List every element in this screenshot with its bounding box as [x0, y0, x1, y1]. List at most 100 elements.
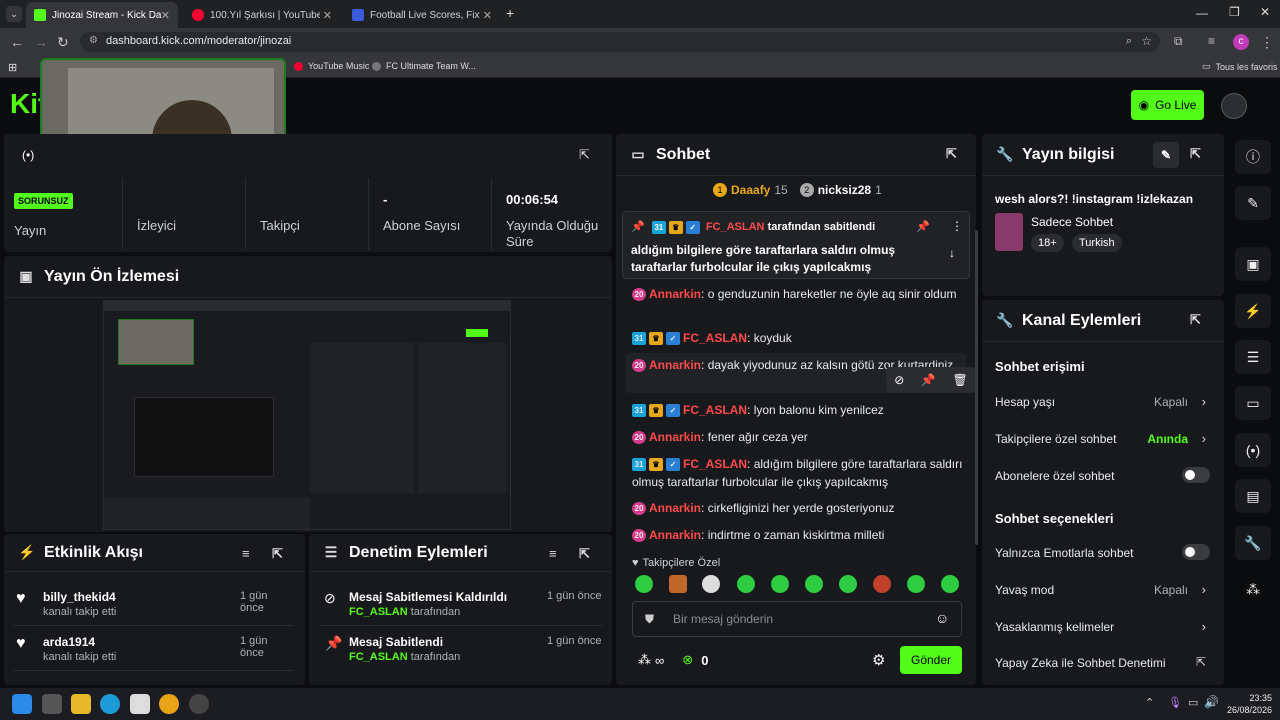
sidebar-list-icon[interactable]: ☰ — [1235, 340, 1271, 374]
expand-icon[interactable]: ⇱ — [1190, 146, 1201, 162]
chrome-icon[interactable] — [159, 694, 179, 714]
emote-icon[interactable] — [805, 575, 823, 593]
chat-username[interactable]: Annarkin — [649, 501, 701, 515]
filter-icon[interactable]: ≡ — [242, 546, 250, 561]
send-button[interactable]: Gönder — [900, 646, 962, 674]
user-avatar[interactable] — [1221, 93, 1247, 119]
chat-username[interactable]: Annarkin — [649, 358, 701, 372]
profile-avatar[interactable]: c — [1233, 34, 1249, 50]
sidebar-chat-icon[interactable]: ▭ — [1235, 386, 1271, 420]
emote-only-toggle[interactable] — [1182, 544, 1210, 560]
chat-settings-icon[interactable]: ⚙ — [872, 651, 885, 669]
task-view-icon[interactable] — [42, 694, 62, 714]
mod-user[interactable]: FC_ASLAN — [349, 606, 408, 618]
go-live-button[interactable]: ◉ Go Live — [1131, 90, 1204, 120]
close-window-icon[interactable]: ✕ — [1260, 5, 1270, 19]
more-options-icon[interactable]: ⋮ — [951, 219, 963, 233]
chat-username[interactable]: Annarkin — [649, 430, 701, 444]
timeout-icon[interactable]: ⊘ — [894, 373, 904, 387]
tab-football-scores[interactable]: Football Live Scores, Fixtures & ... ✕ — [344, 2, 500, 28]
scroll-down-icon[interactable]: ↓ — [949, 246, 955, 260]
emote-icon[interactable] — [737, 575, 755, 593]
sidebar-info-icon[interactable]: ⓘ — [1235, 140, 1271, 174]
bookmark-fc-ultimate[interactable]: FC Ultimate Team W... — [372, 61, 476, 71]
filter-icon[interactable]: ≡ — [549, 546, 557, 561]
setting-followers-only[interactable]: Takipçilere özel sohbet Anında › — [995, 431, 1210, 446]
tab-kick-dashboard[interactable]: Jinozai Stream - Kick Dashboard ✕ — [26, 2, 178, 28]
apps-icon[interactable]: ⊞ — [8, 61, 17, 74]
top-user-name[interactable]: Daaafy — [731, 183, 770, 197]
chat-input[interactable]: ⛊ Bir mesaj gönderin ☺ — [632, 601, 962, 637]
media-icon[interactable]: ≡ — [1208, 34, 1215, 48]
close-tab-icon[interactable]: ✕ — [323, 9, 332, 22]
expand-icon[interactable]: ⇱ — [946, 146, 957, 162]
tab-youtube-music[interactable]: 100.Yıl Şarkısı | YouTube Music ✕ — [184, 2, 340, 28]
pin-message-icon[interactable]: 📌 — [921, 373, 936, 387]
windows-start-icon[interactable] — [12, 694, 32, 714]
bookmark-youtube-music[interactable]: YouTube Music — [294, 61, 369, 71]
expand-icon[interactable]: ⇱ — [579, 147, 590, 163]
microphone-icon[interactable]: 🎙 — [1168, 696, 1182, 709]
top-user-name[interactable]: nicksiz28 — [818, 183, 871, 197]
chat-username[interactable]: FC_ASLAN — [683, 457, 747, 471]
emote-icon[interactable] — [771, 575, 789, 593]
sidebar-broadcast-icon[interactable]: (•) — [1235, 433, 1271, 467]
unpin-button[interactable]: 📌 — [916, 220, 930, 233]
sidebar-community-icon[interactable]: ⁂ — [1235, 572, 1271, 606]
emote-icon[interactable] — [669, 575, 687, 593]
menu-icon[interactable]: ⋮ — [1260, 34, 1274, 51]
tray-chevron-icon[interactable]: ⌃ — [1145, 696, 1154, 709]
app-icon[interactable] — [189, 694, 209, 714]
sidebar-video-icon[interactable]: ▣ — [1235, 247, 1271, 281]
clock-date[interactable]: 26/08/2026 — [1222, 705, 1272, 715]
activity-user[interactable]: arda1914 — [43, 635, 95, 649]
activity-user[interactable]: billy_thekid4 — [43, 590, 116, 604]
chat-username[interactable]: FC_ASLAN — [683, 331, 747, 345]
expand-icon[interactable]: ⇱ — [1190, 312, 1201, 328]
emote-icon[interactable] — [873, 575, 891, 593]
reload-icon[interactable]: ↻ — [57, 34, 69, 51]
category-thumbnail[interactable] — [995, 213, 1023, 251]
clock-time[interactable]: 23:35 — [1240, 693, 1272, 703]
tag-chip[interactable]: 18+ — [1031, 234, 1064, 252]
network-icon[interactable]: ▭ — [1188, 696, 1198, 709]
subscribers-only-toggle[interactable] — [1182, 467, 1210, 483]
chat-scrollbar[interactable] — [975, 230, 978, 545]
forward-icon[interactable]: → — [34, 34, 48, 50]
new-tab-icon[interactable]: + — [506, 5, 514, 21]
sidebar-wrench-icon[interactable]: 🔧 — [1235, 526, 1271, 560]
mod-user[interactable]: FC_ASLAN — [349, 651, 408, 663]
close-tab-icon[interactable]: ✕ — [483, 9, 492, 22]
zoom-icon[interactable]: ⌕ — [1126, 35, 1132, 48]
category-name[interactable]: Sadece Sohbet — [1031, 215, 1113, 229]
edge-icon[interactable] — [100, 694, 120, 714]
url-field[interactable]: ⚙ dashboard.kick.com/moderator/jinozai ⌕… — [80, 32, 1160, 52]
file-explorer-icon[interactable] — [71, 694, 91, 714]
chat-username[interactable]: Annarkin — [649, 287, 701, 301]
all-bookmarks[interactable]: ▭ Tous les favoris — [1202, 61, 1278, 72]
chat-username[interactable]: FC_ASLAN — [683, 403, 747, 417]
back-icon[interactable]: ← — [10, 34, 24, 50]
setting-slow-mode[interactable]: Yavaş mod Kapalı › — [995, 582, 1210, 597]
emote-icon[interactable] — [941, 575, 959, 593]
maximize-icon[interactable]: ❐ — [1229, 5, 1240, 19]
stream-preview-video[interactable] — [103, 300, 511, 530]
sidebar-lightning-icon[interactable]: ⚡ — [1235, 294, 1271, 328]
setting-account-age[interactable]: Hesap yaşı Kapalı › — [995, 394, 1210, 409]
delete-icon[interactable]: 🗑 — [952, 373, 967, 387]
expand-icon[interactable]: ⇱ — [272, 546, 283, 562]
store-icon[interactable] — [130, 694, 150, 714]
tab-search-icon[interactable]: ⌄ — [6, 6, 22, 22]
chat-username[interactable]: Annarkin — [649, 528, 701, 542]
sidebar-edit-icon[interactable]: ✎ — [1235, 186, 1271, 220]
edit-button[interactable]: ✎ — [1153, 142, 1179, 168]
setting-ai-moderation[interactable]: Yapay Zeka ile Sohbet Denetimi ⇱ — [995, 655, 1210, 670]
extensions-icon[interactable]: ⧉ — [1174, 34, 1183, 49]
emoji-picker-icon[interactable]: ☺ — [935, 610, 949, 626]
setting-banned-words[interactable]: Yasaklanmış kelimeler › — [995, 619, 1210, 634]
close-tab-icon[interactable]: ✕ — [161, 9, 170, 22]
volume-icon[interactable]: 🔊 — [1204, 695, 1219, 709]
emote-icon[interactable] — [635, 575, 653, 593]
expand-icon[interactable]: ⇱ — [579, 546, 590, 562]
tag-chip[interactable]: Turkish — [1072, 234, 1122, 252]
